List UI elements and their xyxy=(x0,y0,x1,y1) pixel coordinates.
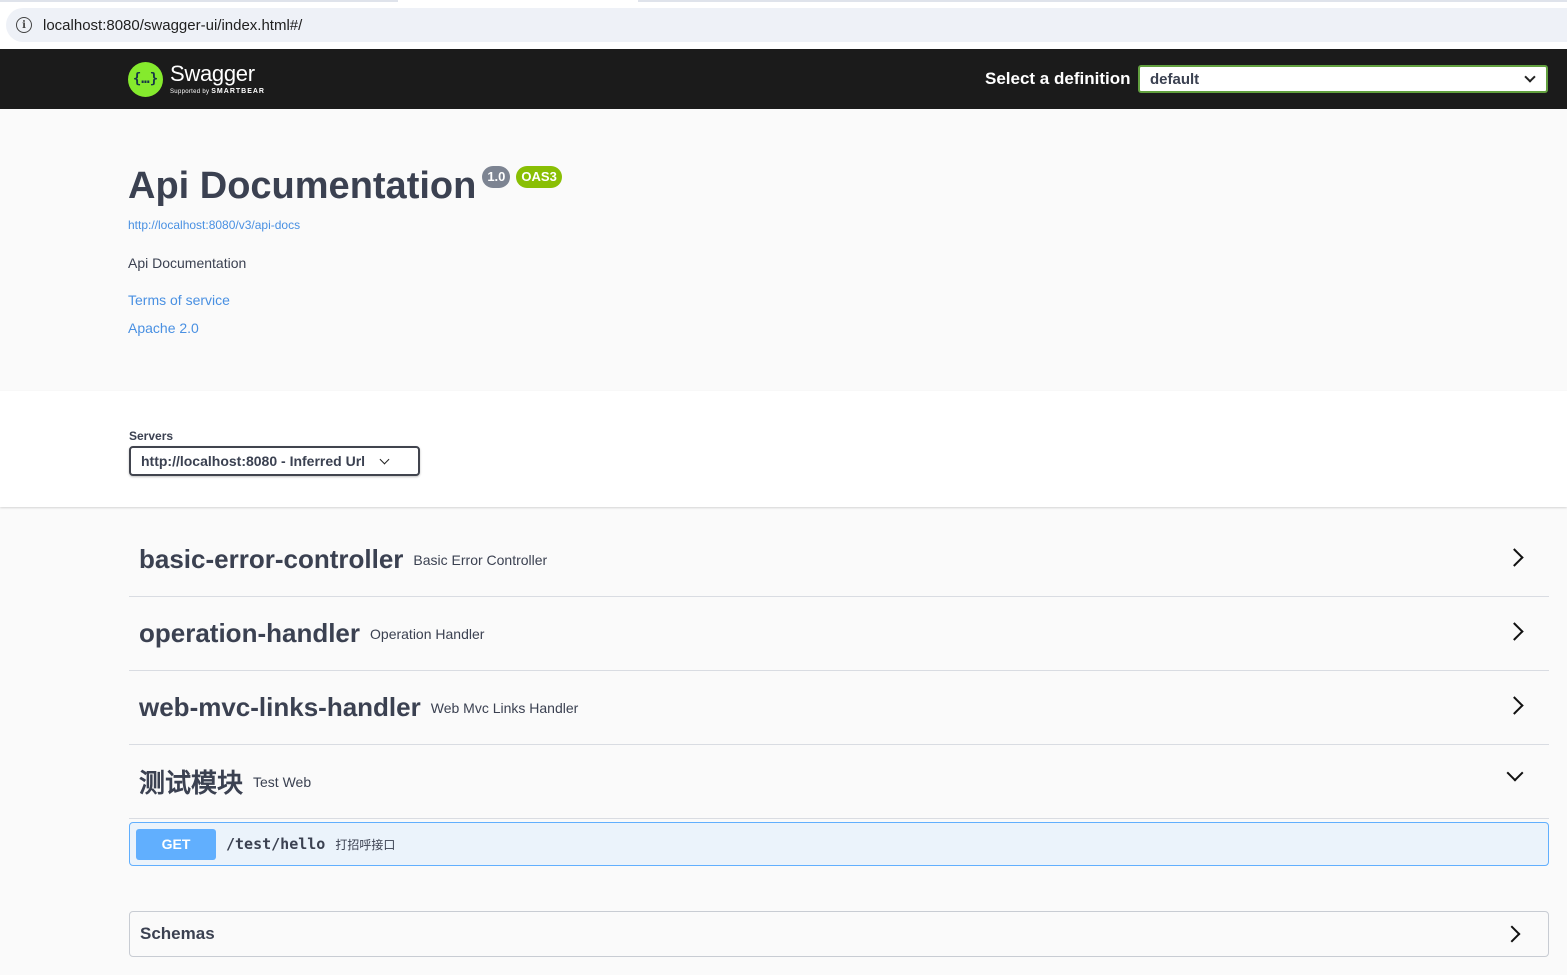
tag-expand-toggle[interactable] xyxy=(1505,696,1524,715)
tag-description: Basic Error Controller xyxy=(413,551,548,568)
servers-select[interactable]: http://localhost:8080 - Inferred Url xyxy=(129,446,420,476)
chevron-right-icon xyxy=(1505,696,1524,715)
definition-select[interactable]: default xyxy=(1138,65,1548,93)
address-bar[interactable]: i localhost:8080/swagger-ui/index.html#/ xyxy=(6,8,1567,42)
chevron-right-icon xyxy=(1505,548,1524,567)
tag-basic-error-controller[interactable]: basic-error-controller Basic Error Contr… xyxy=(129,523,1549,597)
chevron-down-icon xyxy=(379,454,390,464)
license-link[interactable]: Apache 2.0 xyxy=(128,320,562,336)
tag-name: basic-error-controller xyxy=(139,544,404,574)
definition-select-value: default xyxy=(1150,70,1200,88)
page-title: Api Documentation xyxy=(128,165,477,207)
tag-collapse-toggle[interactable] xyxy=(1506,764,1524,782)
logo-sub-prefix: Supported by xyxy=(170,89,210,95)
swagger-logo[interactable]: {…} Swagger Supported by SMARTBEAR xyxy=(128,59,265,99)
operation-summary: 打招呼接口 xyxy=(335,837,396,852)
chevron-down-icon xyxy=(1524,71,1536,83)
swagger-logo-title: Swagger xyxy=(170,61,255,86)
http-method-badge: GET xyxy=(136,828,216,860)
tag-operation-handler[interactable]: operation-handler Operation Handler xyxy=(129,597,1549,671)
tag-name: operation-handler xyxy=(139,618,361,648)
swagger-topbar: {…} Swagger Supported by SMARTBEAR Selec… xyxy=(0,49,1567,109)
oas-badge: OAS3 xyxy=(516,166,562,188)
swagger-logo-icon: {…} xyxy=(128,61,163,97)
chevron-down-icon xyxy=(1506,764,1524,782)
tag-description: Web Mvc Links Handler xyxy=(430,699,579,716)
schemas-title: Schemas xyxy=(140,924,215,943)
api-info: Api Documentation 1.0 OAS3 http://localh… xyxy=(128,160,562,336)
api-docs-link[interactable]: http://localhost:8080/v3/api-docs xyxy=(128,218,562,232)
chevron-right-icon xyxy=(1505,622,1524,641)
servers-section: Servers http://localhost:8080 - Inferred… xyxy=(0,391,1567,507)
terms-of-service-link[interactable]: Terms of service xyxy=(128,292,562,308)
title-row: Api Documentation 1.0 OAS3 xyxy=(128,160,562,212)
tag-expand-toggle[interactable] xyxy=(1505,622,1524,641)
tag-name: 测试模块 xyxy=(139,768,244,798)
site-info-icon[interactable]: i xyxy=(16,17,32,33)
schemas-section[interactable]: Schemas xyxy=(129,911,1549,957)
browser-toolbar: i localhost:8080/swagger-ui/index.html#/ xyxy=(0,0,1567,49)
version-badge: 1.0 xyxy=(482,166,511,188)
operation-get-test-hello[interactable]: GET /test/hello 打招呼接口 xyxy=(129,822,1549,866)
tag-description: Operation Handler xyxy=(370,625,485,642)
chevron-right-icon[interactable] xyxy=(1503,925,1521,943)
swagger-logo-text: Swagger Supported by SMARTBEAR xyxy=(170,61,265,96)
tag-name: web-mvc-links-handler xyxy=(139,692,421,722)
servers-label: Servers xyxy=(129,429,174,443)
swagger-logo-subtitle: Supported by SMARTBEAR xyxy=(170,88,265,95)
definition-label: Select a definition xyxy=(985,69,1131,88)
tab-strip-edge xyxy=(0,0,1567,2)
address-bar-url[interactable]: localhost:8080/swagger-ui/index.html#/ xyxy=(43,17,302,34)
tag-web-mvc-links-handler[interactable]: web-mvc-links-handler Web Mvc Links Hand… xyxy=(129,671,1549,745)
servers-select-value: http://localhost:8080 - Inferred Url xyxy=(141,453,366,469)
tag-description: Test Web xyxy=(253,773,312,790)
tag-expand-toggle[interactable] xyxy=(1505,548,1524,567)
logo-sub-brand: SMARTBEAR xyxy=(211,88,265,95)
operation-path: /test/hello xyxy=(226,835,326,853)
tag-test-module[interactable]: 测试模块 Test Web xyxy=(129,745,1549,819)
api-description: Api Documentation xyxy=(128,255,247,271)
